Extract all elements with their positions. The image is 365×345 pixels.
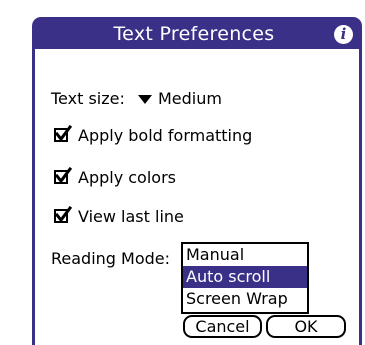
checkbox-checked-icon[interactable] [54,206,73,223]
checkmark-icon [55,167,73,184]
checkbox-checked-icon[interactable] [54,125,73,142]
ok-button[interactable]: OK [266,315,346,338]
list-item-auto-scroll[interactable]: Auto scroll [183,266,307,288]
list-item-screen-wrap[interactable]: Screen Wrap [183,288,307,310]
info-icon[interactable]: i [334,25,353,44]
reading-mode-list[interactable]: Manual Auto scroll Screen Wrap [181,242,309,314]
option-label: Apply colors [78,168,176,187]
text-size-trigger[interactable]: Medium [130,89,222,108]
option-label: Apply bold formatting [78,126,253,145]
text-size-row: Text size: Medium [51,89,222,109]
title-bar: Text Preferences i [35,20,359,49]
option-bold[interactable]: Apply bold formatting [54,125,253,146]
list-item-manual[interactable]: Manual [183,244,307,266]
option-last-line[interactable]: View last line [54,206,184,227]
checkmark-icon [55,206,73,223]
reading-mode-label: Reading Mode: [51,249,171,268]
dropdown-triangle-icon [137,94,152,104]
dialog-title: Text Preferences [113,23,275,45]
text-size-label: Text size: [51,89,125,108]
cancel-button[interactable]: Cancel [183,315,262,338]
checkmark-icon [55,125,73,142]
text-preferences-dialog: Text Preferences i Text size: Medium App… [32,17,362,345]
checkbox-checked-icon[interactable] [54,167,73,184]
text-size-value: Medium [157,89,222,108]
option-label: View last line [78,207,184,226]
option-colors[interactable]: Apply colors [54,167,176,188]
